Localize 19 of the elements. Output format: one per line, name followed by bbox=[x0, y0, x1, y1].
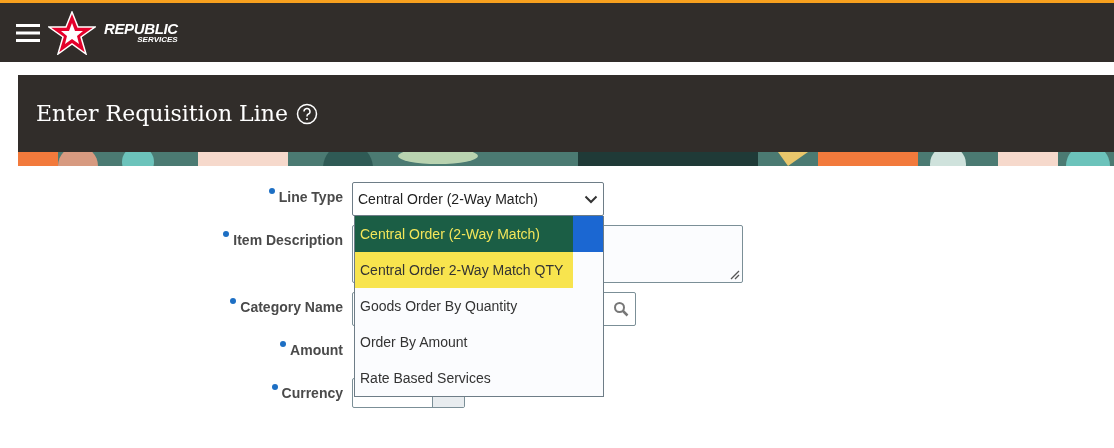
dropdown-option[interactable]: Goods Order By Quantity bbox=[355, 288, 603, 324]
menu-icon[interactable] bbox=[16, 23, 40, 42]
field-label: Amount bbox=[290, 343, 343, 357]
dropdown-option[interactable]: Rate Based Services bbox=[355, 360, 603, 396]
field-label: Category Name bbox=[240, 300, 343, 314]
page-title: Enter Requisition Line bbox=[36, 100, 288, 128]
star-logo-icon bbox=[48, 10, 96, 55]
search-icon[interactable] bbox=[613, 301, 629, 317]
dropdown-option[interactable]: Order By Amount bbox=[355, 324, 603, 360]
logo-text: REPUBLIC bbox=[104, 21, 178, 36]
help-icon[interactable] bbox=[295, 102, 318, 125]
logo-subtext: SERVICES bbox=[137, 36, 178, 44]
field-label: Item Description bbox=[233, 233, 343, 247]
dropdown-option[interactable]: Central Order (2-Way Match) bbox=[355, 216, 603, 252]
field-label: Currency bbox=[281, 386, 343, 400]
field-label: Line Type bbox=[278, 190, 343, 204]
resize-handle-icon[interactable] bbox=[730, 270, 740, 280]
line-type-select[interactable]: Central Order (2-Way Match) bbox=[352, 182, 604, 216]
chevron-icon bbox=[584, 194, 598, 204]
